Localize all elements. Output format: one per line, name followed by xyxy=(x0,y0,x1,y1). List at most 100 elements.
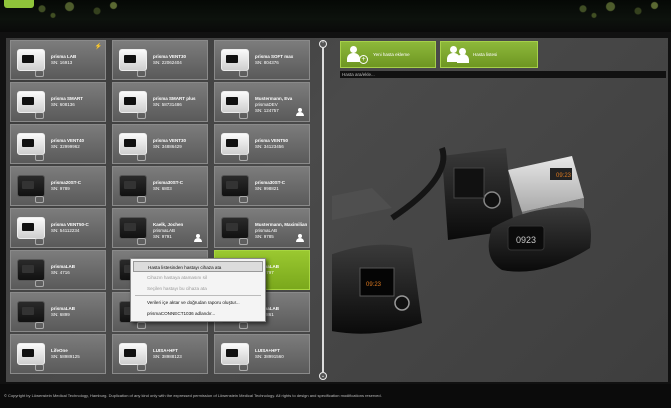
device-serial: SN: 58731486 xyxy=(153,101,182,107)
copyright-text: © Copyright by Löwenstein Medical Techno… xyxy=(4,393,382,398)
device-image xyxy=(221,133,249,155)
device-serial: SN: 22062404 xyxy=(153,59,182,65)
device-tile[interactable]: prisma VENT30 SN: 34886429 xyxy=(112,124,208,164)
device-label: prisma20ST-C SN: 9789 xyxy=(51,180,81,192)
device-label: prisma SMART plus SN: 58731486 xyxy=(153,96,196,108)
device-tile[interactable]: LifeOne SN: 58989125 xyxy=(10,334,106,374)
device-name: Kaelk, Jochen xyxy=(153,222,184,227)
device-tile[interactable]: prisma20ST-C SN: 9789 xyxy=(10,166,106,206)
device-label: prisma30ST-C SN: 6803 xyxy=(153,180,183,192)
device-tile[interactable]: Mustermann, Maximilian prismaLAB SN: 9785 xyxy=(214,208,310,248)
device-serial: SN: 34123456 xyxy=(255,143,284,149)
device-grid: prisma LAB SN: 16913 ⚡ prisma VENT30 SN: 220… xyxy=(10,40,316,380)
new-patient-label: Yeni hasta ekleme xyxy=(373,52,410,57)
device-label: prisma SOFT max SN: 804376 xyxy=(255,54,293,66)
person-icon xyxy=(296,108,304,117)
device-serial: SN: 998821 xyxy=(255,185,279,191)
accessory-icon xyxy=(239,70,248,77)
patient-list-label: Hasta listesi xyxy=(473,52,498,57)
device-tile[interactable]: prisma VENT50-C SN: 54112234 xyxy=(10,208,106,248)
device-serial: SN: 54112234 xyxy=(51,227,80,233)
main-panel: 09:23 0923 09:23 prisma LAB SN: 16913 ⚡ pri… xyxy=(6,38,668,382)
device-image xyxy=(119,91,147,113)
scroll-up-icon[interactable]: ⌃ xyxy=(319,40,327,48)
add-patient-icon: + xyxy=(347,46,369,64)
device-serial: SN: 9791 xyxy=(153,233,172,239)
device-image xyxy=(17,175,45,197)
display-readout-1: 09:23 xyxy=(556,173,572,179)
device-serial: SN: 804376 xyxy=(255,59,279,65)
accessory-icon xyxy=(137,112,146,119)
device-image xyxy=(221,91,249,113)
device-serial: SN: 4716 xyxy=(51,269,70,275)
menu-separator xyxy=(135,295,261,296)
device-image xyxy=(221,49,249,71)
patient-list-button[interactable]: Hasta listesi xyxy=(440,41,538,68)
accessory-icon xyxy=(137,238,146,245)
accessory-icon xyxy=(239,364,248,371)
accessory-icon xyxy=(137,196,146,203)
device-tile[interactable]: prisma VENT50 SN: 34123456 xyxy=(214,124,310,164)
device-label: prisma30ST-C SN: 998821 xyxy=(255,180,285,192)
device-tile[interactable]: Mustermann, Eva prismaDEV SN: 124757 xyxy=(214,82,310,122)
display-readout-3: 09:23 xyxy=(366,282,382,288)
scroll-down-icon[interactable]: ⌄ xyxy=(319,372,327,380)
context-menu-item[interactable]: prismaCONNECT1036 adlandır... xyxy=(131,308,265,319)
device-serial: SN: 34886429 xyxy=(153,143,182,149)
device-serial: SN: 38988123 xyxy=(153,353,182,359)
scroll-track[interactable] xyxy=(322,48,324,372)
device-tile[interactable]: prisma30ST-C SN: 6803 xyxy=(112,166,208,206)
device-serial: SN: 38991560 xyxy=(255,353,284,359)
device-image xyxy=(221,343,249,365)
device-name: Mustermann, Maximilian xyxy=(255,222,308,227)
accessory-icon xyxy=(239,322,248,329)
device-label: Mustermann, Eva prismaDEV SN: 124757 xyxy=(255,96,292,114)
device-tile[interactable]: prisma LAB SN: 16913 ⚡ xyxy=(10,40,106,80)
device-tile[interactable]: LUISA+HFT SN: 38991560 xyxy=(214,334,310,374)
device-label: Kaelk, Jochen prismaLAB SN: 9791 xyxy=(153,222,183,240)
device-label: LifeOne SN: 58989125 xyxy=(51,348,80,360)
accessory-icon xyxy=(35,364,44,371)
device-image xyxy=(17,133,45,155)
device-tile[interactable]: prisma SMART SN: 608136 xyxy=(10,82,106,122)
device-serial: SN: 6899 xyxy=(51,311,70,317)
device-tile[interactable]: prismaLAB SN: 4716 xyxy=(10,250,106,290)
device-image xyxy=(17,49,45,71)
device-label: prisma VENT50-C SN: 54112234 xyxy=(51,222,89,234)
device-serial: SN: 9785 xyxy=(255,233,274,239)
lightning-icon: ⚡ xyxy=(94,44,102,50)
context-menu-item[interactable]: Hasta listesinden hastayı cihaza ata xyxy=(133,261,263,272)
device-tile[interactable]: Kaelk, Jochen prismaLAB SN: 9791 xyxy=(112,208,208,248)
context-menu-item: Seçilen hastayı bu cihaza ata xyxy=(147,286,207,291)
device-serial: SN: 124757 xyxy=(255,107,279,113)
device-tile[interactable]: prisma VENT40 SN: 32999962 xyxy=(10,124,106,164)
accessory-icon xyxy=(137,364,146,371)
device-tile[interactable]: LUISA+HFT SN: 38988123 xyxy=(112,334,208,374)
device-image xyxy=(17,91,45,113)
accessory-icon xyxy=(35,322,44,329)
accessory-icon xyxy=(35,196,44,203)
accessory-icon xyxy=(137,70,146,77)
device-label: LUISA+HFT SN: 38988123 xyxy=(153,348,182,360)
patient-search-input[interactable]: Hasta ara/ekle... xyxy=(340,71,666,78)
accessory-icon xyxy=(35,280,44,287)
new-patient-button[interactable]: + Yeni hasta ekleme xyxy=(340,41,436,68)
device-image xyxy=(17,301,45,323)
device-label: LUISA+HFT SN: 38991560 xyxy=(255,348,284,360)
context-menu-item[interactable]: Verileri içe aktar ve doğrudan raporu ol… xyxy=(131,297,265,308)
device-scrollbar[interactable]: ⌃ ⌄ xyxy=(319,40,327,380)
device-tile[interactable]: prismaLAB SN: 6899 xyxy=(10,292,106,332)
device-tile[interactable]: prisma SMART plus SN: 58731486 xyxy=(112,82,208,122)
device-tile[interactable]: prisma SOFT max SN: 804376 xyxy=(214,40,310,80)
person-icon xyxy=(296,234,304,243)
device-label: prisma VENT30 SN: 34886429 xyxy=(153,138,186,150)
device-serial: SN: 58989125 xyxy=(51,353,80,359)
device-image xyxy=(17,259,45,281)
device-tile[interactable]: prisma VENT30 SN: 22062404 xyxy=(112,40,208,80)
accessory-icon xyxy=(239,154,248,161)
device-label: prisma SMART SN: 608136 xyxy=(51,96,83,108)
leaf-decoration-left xyxy=(20,0,130,22)
device-tile[interactable]: prisma30ST-C SN: 998821 xyxy=(214,166,310,206)
device-serial: SN: 608136 xyxy=(51,101,75,107)
display-readout-2: 0923 xyxy=(516,235,536,245)
